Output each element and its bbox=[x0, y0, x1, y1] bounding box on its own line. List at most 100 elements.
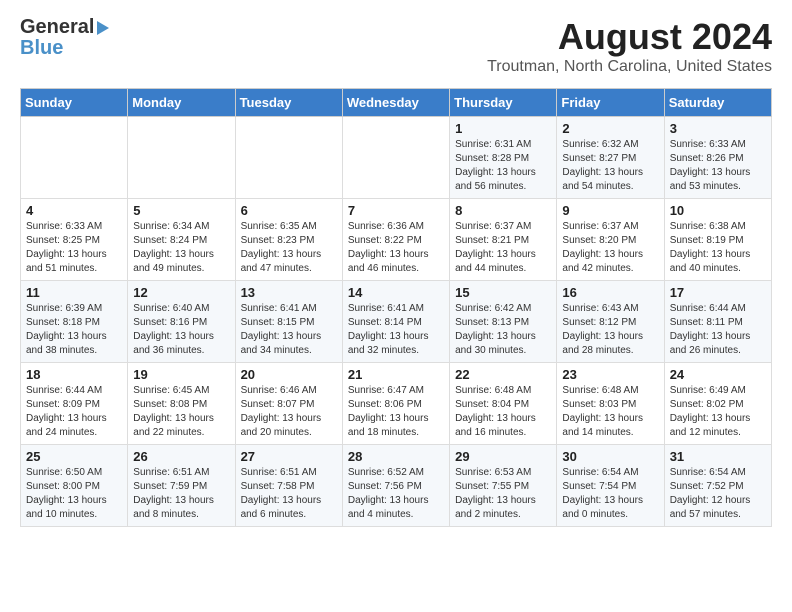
day-info: Sunrise: 6:34 AMSunset: 8:24 PMDaylight:… bbox=[133, 220, 229, 276]
table-row: 10 Sunrise: 6:38 AMSunset: 8:19 PMDayligh… bbox=[664, 199, 771, 281]
table-row: 12Sunrise: 6:40 AMSunset: 8:16 PMDayligh… bbox=[128, 281, 235, 363]
header-saturday: Saturday bbox=[664, 89, 771, 117]
title-section: August 2024 Troutman, North Carolina, Un… bbox=[487, 16, 772, 76]
day-info: Sunrise: 6:39 AMSunset: 8:18 PMDaylight:… bbox=[26, 302, 122, 358]
day-number: 1 bbox=[455, 121, 551, 136]
day-info: Sunrise: 6:52 AMSunset: 7:56 PMDaylight:… bbox=[348, 466, 444, 522]
day-info: Sunrise: 6:31 AMSunset: 8:28 PMDaylight:… bbox=[455, 138, 551, 194]
table-row: 14 Sunrise: 6:41 AMSunset: 8:14 PMDayligh… bbox=[342, 281, 449, 363]
table-row: 17Sunrise: 6:44 AMSunset: 8:11 PMDayligh… bbox=[664, 281, 771, 363]
table-row: 18 Sunrise: 6:44 AMSunset: 8:09 PMDayligh… bbox=[21, 363, 128, 445]
day-number: 5 bbox=[133, 203, 229, 218]
table-row: 4Sunrise: 6:33 AMSunset: 8:25 PMDaylight… bbox=[21, 199, 128, 281]
day-info: Sunrise: 6:37 AMSunset: 8:20 PMDaylight:… bbox=[562, 220, 658, 276]
day-info: Sunrise: 6:45 AMSunset: 8:08 PMDaylight:… bbox=[133, 384, 229, 440]
day-info: Sunrise: 6:37 AMSunset: 8:21 PMDaylight:… bbox=[455, 220, 551, 276]
day-number: 19 bbox=[133, 367, 229, 382]
table-row: 8 Sunrise: 6:37 AMSunset: 8:21 PMDaylight… bbox=[450, 199, 557, 281]
table-row: 25 Sunrise: 6:50 AMSunset: 8:00 PMDayligh… bbox=[21, 445, 128, 527]
table-row bbox=[342, 117, 449, 199]
day-info: Sunrise: 6:50 AMSunset: 8:00 PMDaylight:… bbox=[26, 466, 122, 522]
day-info: Sunrise: 6:51 AMSunset: 7:58 PMDaylight:… bbox=[241, 466, 337, 522]
day-info: Sunrise: 6:48 AMSunset: 8:03 PMDaylight:… bbox=[562, 384, 658, 440]
day-number: 15 bbox=[455, 285, 551, 300]
day-number: 31 bbox=[670, 449, 766, 464]
location-subtitle: Troutman, North Carolina, United States bbox=[487, 58, 772, 76]
table-row bbox=[235, 117, 342, 199]
header-monday: Monday bbox=[128, 89, 235, 117]
page-header: General Blue August 2024 Troutman, North… bbox=[20, 16, 772, 76]
day-number: 20 bbox=[241, 367, 337, 382]
day-number: 4 bbox=[26, 203, 122, 218]
table-row: 2Sunrise: 6:32 AMSunset: 8:27 PMDaylight… bbox=[557, 117, 664, 199]
day-number: 28 bbox=[348, 449, 444, 464]
table-row: 11 Sunrise: 6:39 AMSunset: 8:18 PMDayligh… bbox=[21, 281, 128, 363]
table-row: 21Sunrise: 6:47 AMSunset: 8:06 PMDayligh… bbox=[342, 363, 449, 445]
table-row: 1 Sunrise: 6:31 AMSunset: 8:28 PMDaylight… bbox=[450, 117, 557, 199]
day-number: 21 bbox=[348, 367, 444, 382]
day-info: Sunrise: 6:44 AMSunset: 8:09 PMDaylight:… bbox=[26, 384, 122, 440]
day-info: Sunrise: 6:41 AMSunset: 8:15 PMDaylight:… bbox=[241, 302, 337, 358]
day-number: 12 bbox=[133, 285, 229, 300]
table-row: 23Sunrise: 6:48 AMSunset: 8:03 PMDayligh… bbox=[557, 363, 664, 445]
calendar-week-row: 4Sunrise: 6:33 AMSunset: 8:25 PMDaylight… bbox=[21, 199, 772, 281]
day-number: 29 bbox=[455, 449, 551, 464]
table-row: 13 Sunrise: 6:41 AMSunset: 8:15 PMDayligh… bbox=[235, 281, 342, 363]
day-info: Sunrise: 6:48 AMSunset: 8:04 PMDaylight:… bbox=[455, 384, 551, 440]
table-row: 7 Sunrise: 6:36 AMSunset: 8:22 PMDaylight… bbox=[342, 199, 449, 281]
table-row bbox=[21, 117, 128, 199]
table-row: 15 Sunrise: 6:42 AMSunset: 8:13 PMDayligh… bbox=[450, 281, 557, 363]
day-number: 14 bbox=[348, 285, 444, 300]
header-tuesday: Tuesday bbox=[235, 89, 342, 117]
logo-general: General bbox=[20, 16, 94, 39]
table-row bbox=[128, 117, 235, 199]
logo-arrow-icon bbox=[97, 21, 109, 35]
day-number: 9 bbox=[562, 203, 658, 218]
day-number: 22 bbox=[455, 367, 551, 382]
day-number: 13 bbox=[241, 285, 337, 300]
day-number: 26 bbox=[133, 449, 229, 464]
table-row: 31 Sunrise: 6:54 AMSunset: 7:52 PMDayligh… bbox=[664, 445, 771, 527]
table-row: 9 Sunrise: 6:37 AMSunset: 8:20 PMDaylight… bbox=[557, 199, 664, 281]
logo-blue: Blue bbox=[20, 37, 63, 60]
day-info: Sunrise: 6:54 AMSunset: 7:54 PMDaylight:… bbox=[562, 466, 658, 522]
table-row: 3 Sunrise: 6:33 AMSunset: 8:26 PMDaylight… bbox=[664, 117, 771, 199]
day-info: Sunrise: 6:54 AMSunset: 7:52 PMDaylight:… bbox=[670, 466, 766, 522]
day-number: 25 bbox=[26, 449, 122, 464]
logo: General Blue bbox=[20, 16, 109, 60]
day-number: 17 bbox=[670, 285, 766, 300]
day-number: 24 bbox=[670, 367, 766, 382]
calendar-table: Sunday Monday Tuesday Wednesday Thursday… bbox=[20, 88, 772, 527]
day-number: 10 bbox=[670, 203, 766, 218]
day-number: 6 bbox=[241, 203, 337, 218]
calendar-header-row: Sunday Monday Tuesday Wednesday Thursday… bbox=[21, 89, 772, 117]
day-number: 8 bbox=[455, 203, 551, 218]
month-year-title: August 2024 bbox=[487, 16, 772, 58]
table-row: 16Sunrise: 6:43 AMSunset: 8:12 PMDayligh… bbox=[557, 281, 664, 363]
day-number: 18 bbox=[26, 367, 122, 382]
day-info: Sunrise: 6:38 AMSunset: 8:19 PMDaylight:… bbox=[670, 220, 766, 276]
table-row: 19 Sunrise: 6:45 AMSunset: 8:08 PMDayligh… bbox=[128, 363, 235, 445]
calendar-week-row: 25 Sunrise: 6:50 AMSunset: 8:00 PMDayligh… bbox=[21, 445, 772, 527]
table-row: 27Sunrise: 6:51 AMSunset: 7:58 PMDayligh… bbox=[235, 445, 342, 527]
day-info: Sunrise: 6:51 AMSunset: 7:59 PMDaylight:… bbox=[133, 466, 229, 522]
day-info: Sunrise: 6:43 AMSunset: 8:12 PMDaylight:… bbox=[562, 302, 658, 358]
day-info: Sunrise: 6:42 AMSunset: 8:13 PMDaylight:… bbox=[455, 302, 551, 358]
day-number: 3 bbox=[670, 121, 766, 136]
day-info: Sunrise: 6:46 AMSunset: 8:07 PMDaylight:… bbox=[241, 384, 337, 440]
calendar-week-row: 18 Sunrise: 6:44 AMSunset: 8:09 PMDayligh… bbox=[21, 363, 772, 445]
header-wednesday: Wednesday bbox=[342, 89, 449, 117]
day-number: 11 bbox=[26, 285, 122, 300]
day-info: Sunrise: 6:35 AMSunset: 8:23 PMDaylight:… bbox=[241, 220, 337, 276]
table-row: 24Sunrise: 6:49 AMSunset: 8:02 PMDayligh… bbox=[664, 363, 771, 445]
day-number: 7 bbox=[348, 203, 444, 218]
day-number: 30 bbox=[562, 449, 658, 464]
table-row: 29 Sunrise: 6:53 AMSunset: 7:55 PMDayligh… bbox=[450, 445, 557, 527]
day-info: Sunrise: 6:36 AMSunset: 8:22 PMDaylight:… bbox=[348, 220, 444, 276]
table-row: 5 Sunrise: 6:34 AMSunset: 8:24 PMDaylight… bbox=[128, 199, 235, 281]
day-info: Sunrise: 6:33 AMSunset: 8:26 PMDaylight:… bbox=[670, 138, 766, 194]
table-row: 20 Sunrise: 6:46 AMSunset: 8:07 PMDayligh… bbox=[235, 363, 342, 445]
day-info: Sunrise: 6:53 AMSunset: 7:55 PMDaylight:… bbox=[455, 466, 551, 522]
day-info: Sunrise: 6:41 AMSunset: 8:14 PMDaylight:… bbox=[348, 302, 444, 358]
day-number: 2 bbox=[562, 121, 658, 136]
